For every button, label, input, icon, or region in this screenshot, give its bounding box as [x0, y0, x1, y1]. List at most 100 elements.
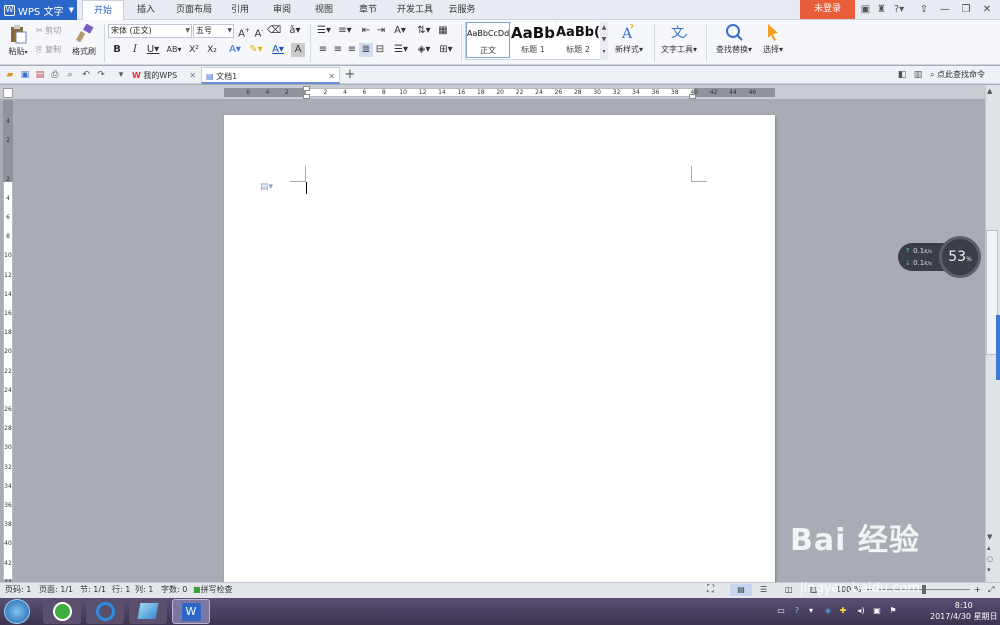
text-tools-button[interactable]: 文 文字工具▾	[658, 22, 700, 55]
highlight-icon[interactable]: ✎▾	[246, 43, 266, 57]
close-tab-icon[interactable]: ✕	[189, 67, 196, 84]
save-icon[interactable]: ▣	[19, 69, 31, 81]
tab-chapter[interactable]: 章节	[350, 0, 386, 20]
fullscreen-icon[interactable]: ⛶	[707, 584, 714, 596]
redo-icon[interactable]: ↷	[95, 69, 107, 81]
char-shading-icon[interactable]: A	[291, 43, 305, 57]
align-right-icon[interactable]: ≡	[345, 43, 359, 57]
skin-icon[interactable]: ▣	[859, 3, 872, 16]
copy-button[interactable]: ⎘ 复制	[36, 43, 68, 57]
style-normal[interactable]: AaBbCcDd 正文	[466, 22, 510, 58]
italic-icon[interactable]: I	[128, 43, 142, 57]
taskbar-app-qq[interactable]	[86, 599, 124, 624]
bullet-list-icon[interactable]: ☰▾	[315, 24, 333, 38]
minimize-icon[interactable]: —	[936, 2, 954, 17]
chinese-layout-icon[interactable]: A▾	[391, 24, 409, 38]
sort-icon[interactable]: ⇅▾	[415, 24, 433, 38]
tab-page-layout[interactable]: 页面布局	[170, 0, 218, 20]
underline-icon[interactable]: U▾	[144, 43, 162, 57]
tab-cloud[interactable]: 云服务	[444, 0, 480, 20]
status-pages[interactable]: 页面: 1/1	[39, 584, 73, 596]
taskbar-app-browser[interactable]	[43, 599, 81, 624]
tab-view[interactable]: 视图	[306, 0, 342, 20]
close-tab-icon[interactable]: ✕	[328, 68, 335, 85]
tray-security-icon[interactable]: ✚	[838, 606, 848, 616]
login-button[interactable]: 未登录	[800, 0, 855, 19]
doc-tab-my-wps[interactable]: W 我的WPS ✕	[128, 67, 200, 84]
wps-app-menu[interactable]: W WPS 文字 ▼	[0, 0, 77, 20]
paste-button[interactable]: 粘贴▾	[5, 24, 31, 57]
tray-expand-icon[interactable]: ▾	[806, 606, 816, 616]
paragraph-handle-icon[interactable]: ▤▾	[260, 182, 273, 192]
left-indent-marker[interactable]	[303, 94, 310, 99]
scroll-nav-buttons[interactable]: ▼ ▴ ○ ▾	[987, 532, 993, 576]
print-preview-icon[interactable]: ⌕	[64, 69, 76, 81]
style-heading-1[interactable]: AaBb 标题 1	[511, 22, 555, 58]
zoom-slider-thumb[interactable]	[922, 585, 926, 594]
web-view-icon[interactable]: ◫	[785, 584, 793, 596]
spell-check[interactable]: ■拼写检查	[193, 584, 233, 596]
tray-flag-icon[interactable]: ⚑	[888, 606, 898, 616]
tray-keyboard-icon[interactable]: ▭	[776, 606, 786, 616]
status-row[interactable]: 行: 1	[112, 584, 130, 596]
side-panel-toggle[interactable]	[996, 315, 1000, 380]
font-color-icon[interactable]: A▾	[268, 43, 288, 57]
status-section[interactable]: 节: 1/1	[80, 584, 106, 596]
select-button[interactable]: 选择▾	[758, 22, 788, 55]
font-size-select[interactable]: 五号 ▼	[193, 24, 234, 38]
taskbar-app-notes[interactable]	[129, 599, 167, 624]
doc-tools-icon[interactable]: ◧	[896, 69, 908, 81]
status-page-code[interactable]: 页码: 1	[5, 584, 31, 596]
print-icon[interactable]: ⎙	[49, 69, 61, 81]
tab-developer[interactable]: 开发工具	[393, 0, 437, 20]
align-justify-icon[interactable]: ≣	[359, 43, 373, 57]
distributed-icon[interactable]: ⊟	[373, 43, 387, 57]
sidebar-toggle-icon[interactable]: ▥	[912, 69, 924, 81]
superscript-icon[interactable]: X²	[187, 43, 201, 57]
doc-tab-document1[interactable]: ▤ 文档1 ✕	[201, 67, 340, 84]
maximize-icon[interactable]: ❐	[957, 2, 975, 17]
zoom-in-icon[interactable]: +	[974, 584, 981, 596]
align-center-icon[interactable]: ≡	[331, 43, 345, 57]
taskbar-app-wps[interactable]: W	[172, 599, 210, 624]
border-icon[interactable]: ⊞▾	[437, 43, 455, 57]
network-speed-widget[interactable]: ↑ 0.1K/s ↓ 0.1K/s 53%	[898, 236, 982, 278]
scroll-up-icon[interactable]: ▲	[987, 87, 992, 95]
export-pdf-icon[interactable]: ▤	[34, 69, 46, 81]
style-gallery-scroll[interactable]: ▲ ▼ ▾	[600, 22, 608, 60]
increase-indent-icon[interactable]: ⇥	[374, 24, 388, 38]
line-spacing-icon[interactable]: ☰▾	[392, 43, 410, 57]
close-icon[interactable]: ✕	[978, 2, 996, 17]
numbered-list-icon[interactable]: ≡▾	[336, 24, 354, 38]
restore-ribbon-icon[interactable]: ⇪	[915, 2, 933, 17]
status-words[interactable]: 字数: 0	[161, 584, 187, 596]
tray-help-icon[interactable]: ?	[792, 606, 802, 616]
tab-start[interactable]: 开始	[82, 0, 124, 21]
fit-page-icon[interactable]: ⤢	[988, 584, 994, 596]
help-icon[interactable]: ?▾	[891, 3, 907, 16]
tray-network-icon[interactable]: ▣	[872, 606, 882, 616]
table-grid-icon[interactable]: ▦	[436, 24, 450, 38]
page-view-icon[interactable]: ▤	[730, 584, 752, 596]
find-replace-button[interactable]: 查找替换▾	[712, 22, 756, 55]
outline-view-icon[interactable]: ☰	[760, 584, 767, 596]
shirt-icon[interactable]: ♜	[875, 3, 888, 16]
first-line-indent-marker[interactable]	[303, 86, 310, 91]
grow-font-icon[interactable]: A+	[237, 24, 251, 39]
shrink-font-icon[interactable]: A-	[252, 24, 266, 39]
phonetic-icon[interactable]: ǎ▾	[285, 24, 305, 38]
text-effect-icon[interactable]: A▾	[226, 43, 244, 57]
undo-icon[interactable]: ↶	[80, 69, 92, 81]
open-icon[interactable]: ▰	[4, 69, 16, 81]
start-button[interactable]	[4, 599, 30, 624]
tray-shield-icon[interactable]: ◈	[823, 606, 833, 616]
new-tab-icon[interactable]: +	[344, 68, 356, 81]
tab-references[interactable]: 引用	[222, 0, 258, 20]
customize-dropdown-icon[interactable]: ▾	[115, 69, 127, 81]
right-indent-marker[interactable]	[689, 94, 696, 99]
bold-icon[interactable]: B	[110, 43, 124, 57]
cut-button[interactable]: ✂ 剪切	[36, 24, 68, 38]
format-painter-button[interactable]: 格式刷	[70, 24, 98, 57]
tab-insert[interactable]: 插入	[128, 0, 164, 20]
status-col[interactable]: 列: 1	[135, 584, 153, 596]
